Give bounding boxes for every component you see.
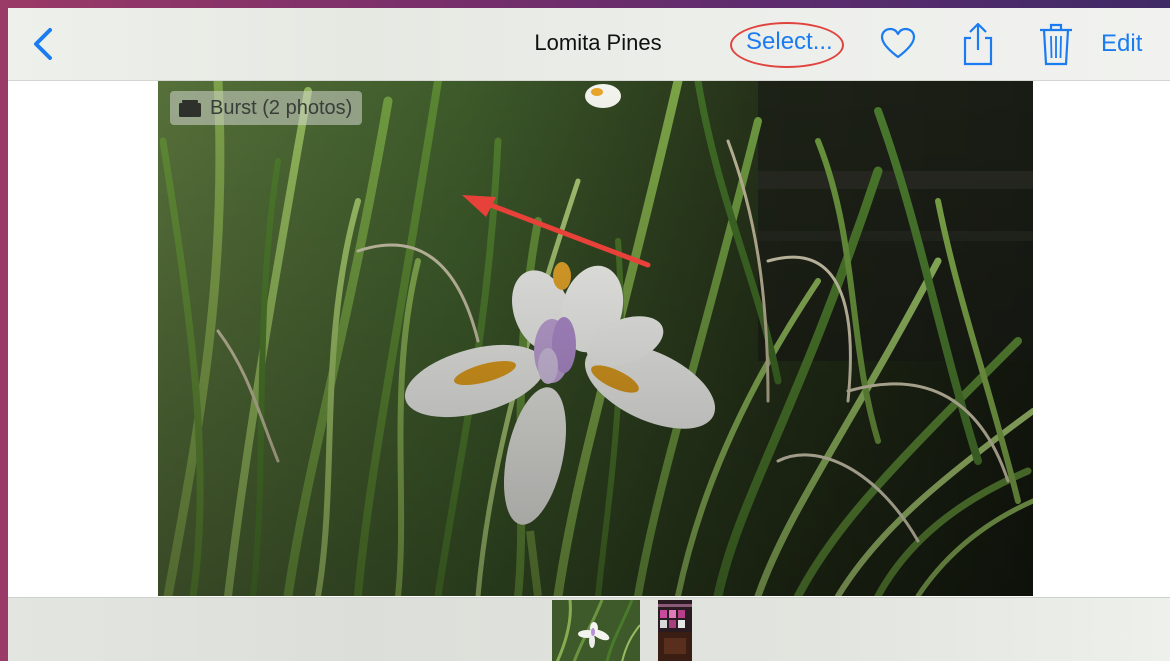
- page-title: Lomita Pines: [534, 30, 662, 55]
- favorite-button[interactable]: [878, 24, 918, 64]
- filmstrip: [8, 597, 1170, 661]
- edit-button[interactable]: Edit: [1101, 30, 1142, 58]
- trash-icon: [1040, 23, 1072, 66]
- navigation-bar: Lomita Pines Select... Edit: [8, 8, 1170, 81]
- heart-icon: [880, 27, 916, 59]
- iris-flower-thumbnail[interactable]: [552, 600, 640, 661]
- main-photo[interactable]: Burst (2 photos): [158, 81, 1033, 596]
- select-button[interactable]: Select...: [746, 28, 833, 56]
- burst-badge[interactable]: Burst (2 photos): [170, 91, 363, 125]
- photo-viewer-window: Lomita Pines Select... Edit Burst (2 pho…: [8, 8, 1170, 661]
- delete-button[interactable]: [1036, 20, 1076, 66]
- share-icon: [963, 22, 993, 66]
- back-button[interactable]: [28, 24, 60, 64]
- iris-flower-image: [158, 81, 1033, 596]
- burst-label: Burst (2 photos): [210, 96, 353, 119]
- thumbnail-image: [552, 600, 640, 661]
- chevron-left-icon: [34, 28, 52, 60]
- annotation-arrow: [462, 195, 651, 268]
- share-button[interactable]: [958, 20, 998, 66]
- thumbnail-image: [658, 600, 692, 661]
- burst-stack-icon: [179, 100, 201, 117]
- video-strip-thumbnail[interactable]: [658, 600, 692, 661]
